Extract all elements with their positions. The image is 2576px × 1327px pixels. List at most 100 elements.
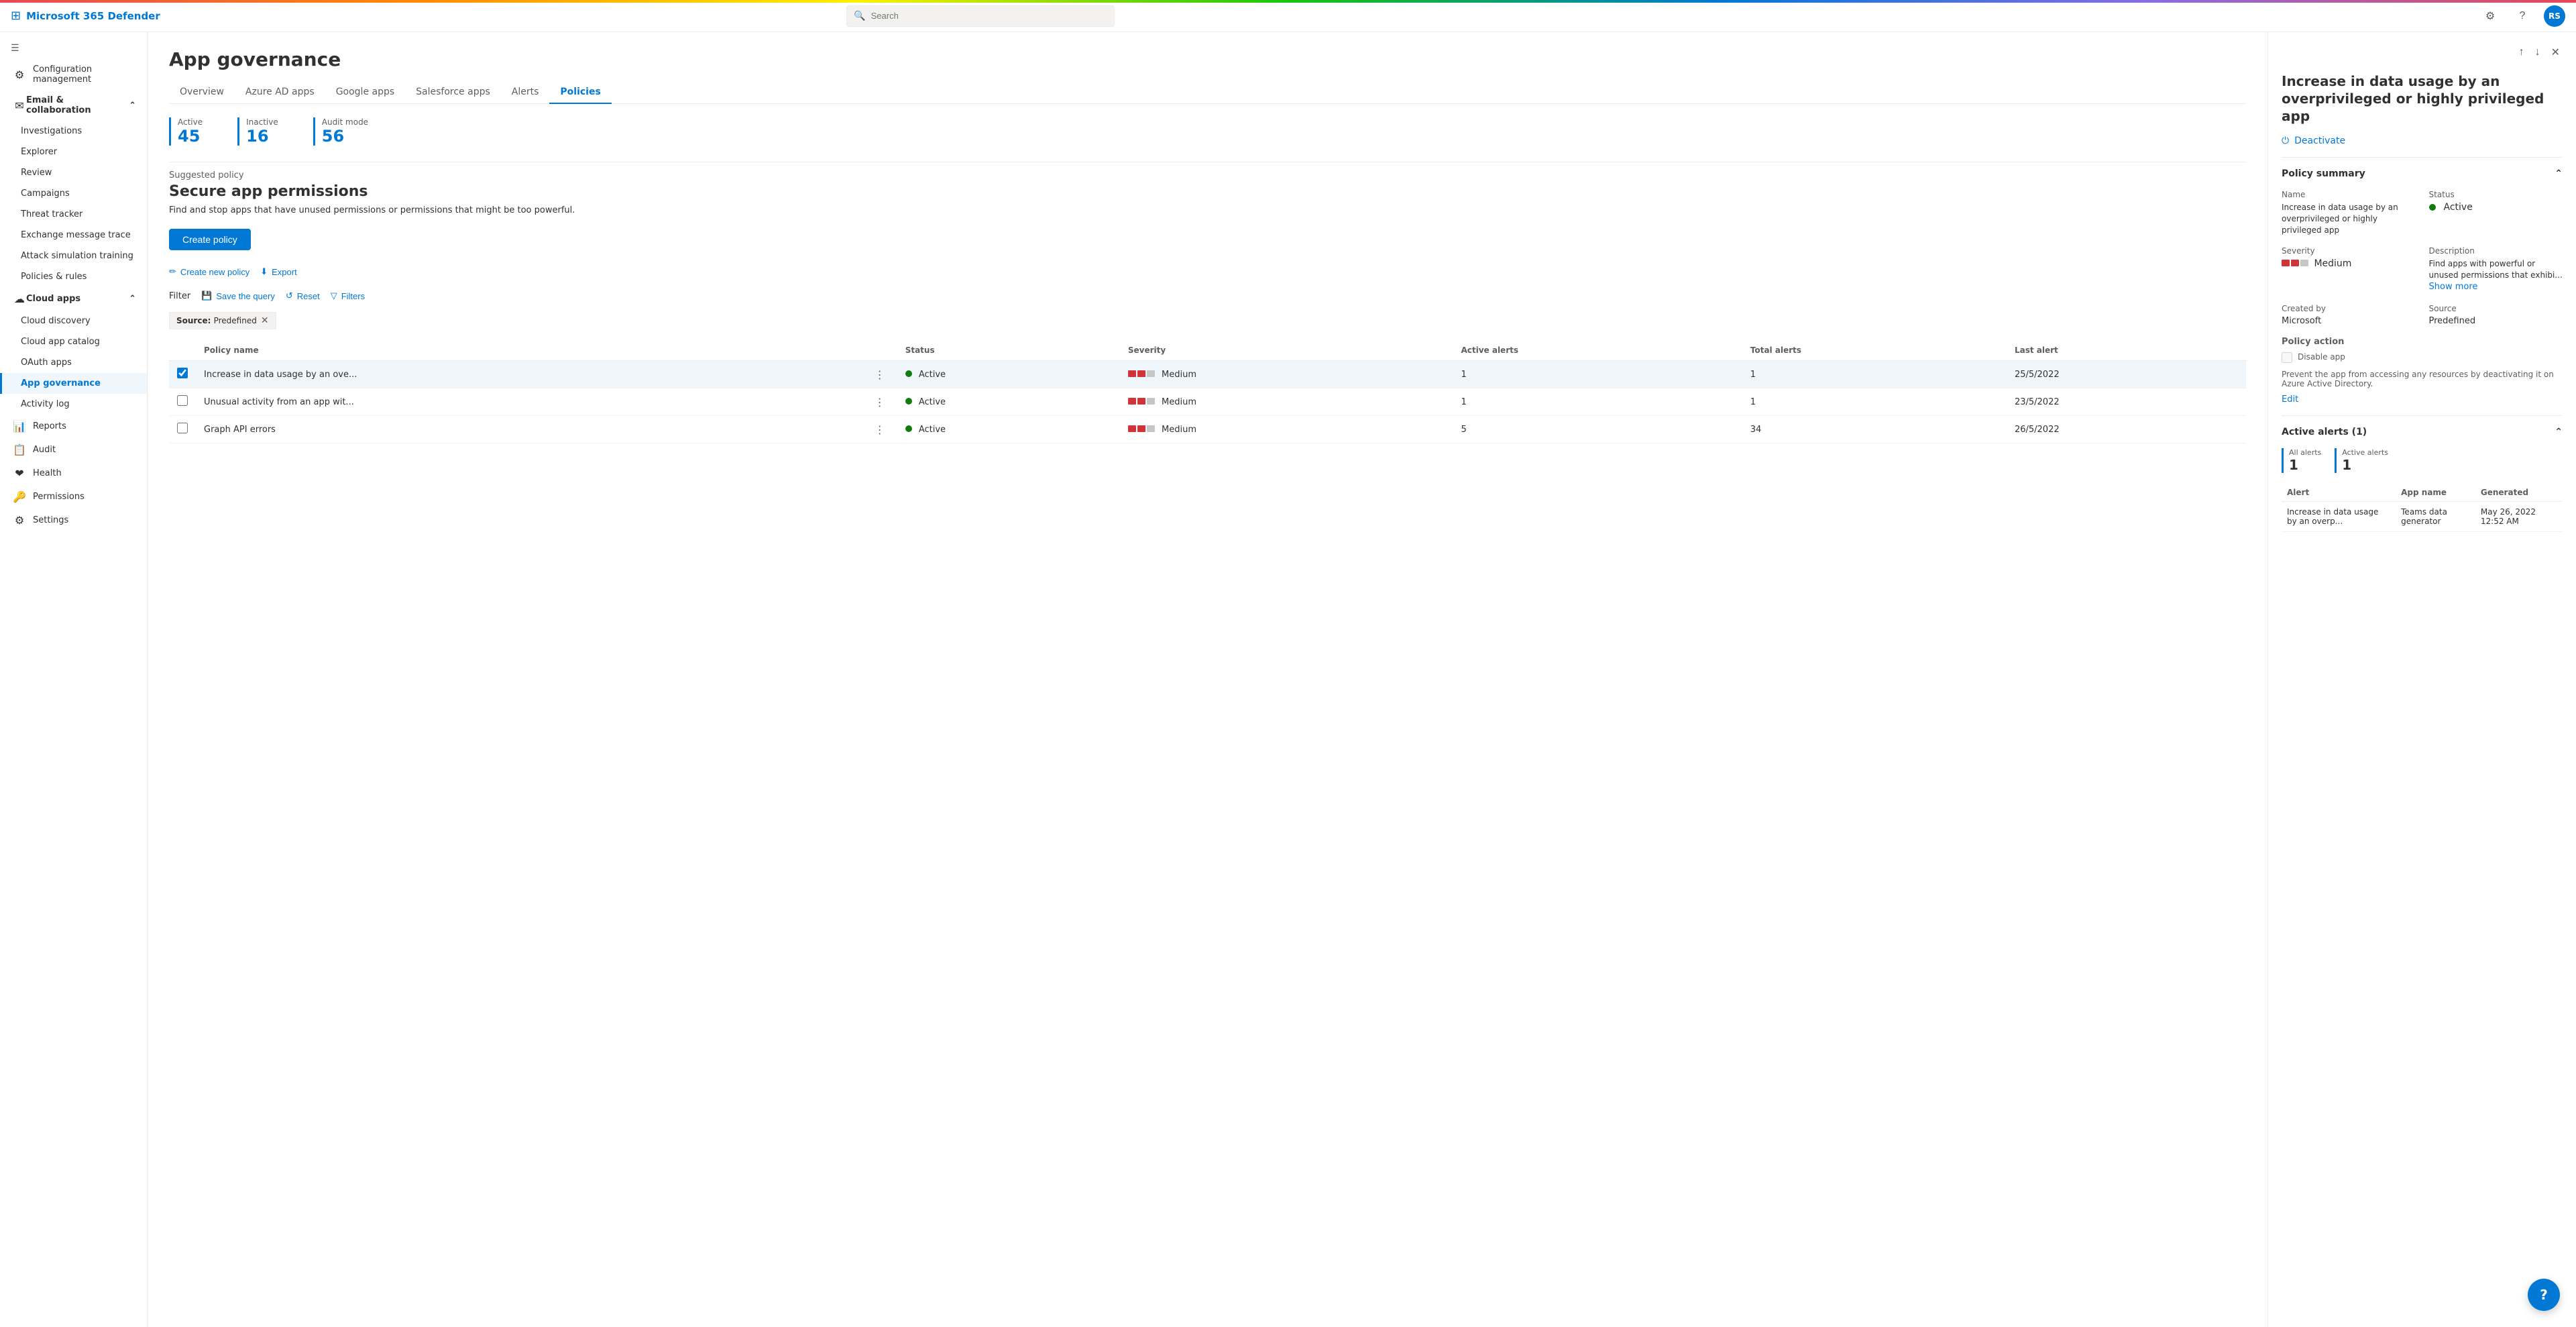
help-icon-button[interactable]: ?	[2512, 5, 2533, 27]
table-row[interactable]: Increase in data usage by an ove... ⋮ Ac…	[169, 361, 2246, 388]
sidebar-item-reports[interactable]: 📊 Reports	[0, 415, 147, 438]
sidebar-item-attack-simulation-training[interactable]: Attack simulation training	[0, 246, 147, 266]
row-name-cell: Increase in data usage by an ove...	[196, 361, 862, 388]
row-checkbox[interactable]	[177, 368, 188, 378]
sidebar-item-health[interactable]: ❤ Health	[0, 462, 147, 485]
sidebar-item-activity-log[interactable]: Activity log	[0, 394, 147, 415]
row-checkbox[interactable]	[177, 395, 188, 406]
export-button[interactable]: ⬇ Export	[260, 264, 296, 280]
status-dot-active	[905, 425, 912, 432]
sidebar-item-oauth-apps[interactable]: OAuth apps	[0, 352, 147, 373]
row-severity-cell: Medium	[1120, 416, 1453, 443]
severity-bars	[1128, 398, 1155, 405]
col-last-alert[interactable]: Last alert	[2007, 340, 2246, 361]
alert-name-cell: Increase in data usage by an overp...	[2282, 502, 2396, 532]
create-policy-button[interactable]: Create policy	[169, 229, 251, 250]
sidebar-item-explorer[interactable]: Explorer	[0, 142, 147, 162]
grid-icon: ⊞	[11, 9, 21, 23]
tab-policies[interactable]: Policies	[549, 81, 611, 104]
status-dot-active	[905, 370, 912, 377]
sidebar-item-audit[interactable]: 📋 Audit	[0, 438, 147, 462]
row-last-alert-cell: 23/5/2022	[2007, 388, 2246, 416]
tab-azure-ad-apps[interactable]: Azure AD apps	[235, 81, 325, 104]
sev-bar-2	[1137, 425, 1145, 432]
sidebar-item-policies-rules[interactable]: Policies & rules	[0, 266, 147, 287]
sidebar-item-investigations[interactable]: Investigations	[0, 121, 147, 142]
stat-inactive-value: 16	[246, 127, 278, 146]
suggested-title: Secure app permissions	[169, 183, 2246, 200]
alerts-header-row: Alert App name Generated	[2282, 484, 2563, 502]
all-alerts-stat: All alerts 1	[2282, 448, 2321, 473]
filters-button[interactable]: ▽ Filters	[331, 288, 365, 304]
sidebar-item-cloud-app-catalog[interactable]: Cloud app catalog	[0, 331, 147, 352]
panel-divider-2	[2282, 415, 2563, 416]
disable-app-checkbox[interactable]	[2282, 352, 2292, 363]
severity-value: Medium	[2282, 258, 2416, 269]
panel-title: Increase in data usage by an overprivile…	[2282, 72, 2563, 125]
topbar: ⊞ Microsoft 365 Defender 🔍 ⚙ ? RS	[0, 0, 2576, 32]
col-policy-name[interactable]: Policy name	[196, 340, 862, 361]
alert-app-name-cell: Teams data generator	[2396, 502, 2475, 532]
settings-icon-button[interactable]: ⚙	[2479, 5, 2501, 27]
col-status[interactable]: Status	[897, 340, 1120, 361]
tab-google-apps[interactable]: Google apps	[325, 81, 405, 104]
sidebar-item-app-governance[interactable]: App governance	[0, 373, 147, 394]
row-context-menu[interactable]: ⋮	[871, 396, 889, 409]
sidebar-item-review[interactable]: Review	[0, 162, 147, 183]
deactivate-button[interactable]: ⏻ Deactivate	[2282, 136, 2563, 146]
sidebar-item-exchange-message-trace[interactable]: Exchange message trace	[0, 225, 147, 246]
health-icon: ❤	[13, 467, 26, 480]
tab-overview[interactable]: Overview	[169, 81, 235, 104]
sidebar-item-threat-tracker[interactable]: Threat tracker	[0, 204, 147, 225]
sev-bar-2	[2291, 260, 2299, 266]
permissions-icon: 🔑	[13, 490, 26, 503]
search-box[interactable]: 🔍	[846, 5, 1115, 27]
sev-bar-3	[1147, 370, 1155, 377]
hamburger-button[interactable]: ☰	[0, 38, 147, 59]
sev-bar-2	[1137, 370, 1145, 377]
sidebar-item-cloud-apps[interactable]: ☁ Cloud apps ⌃	[0, 287, 147, 311]
avatar[interactable]: RS	[2544, 5, 2565, 27]
create-new-policy-button[interactable]: ✏ Create new policy	[169, 264, 249, 280]
panel-down-button[interactable]: ↓	[2532, 43, 2543, 62]
show-more-link[interactable]: Show more	[2429, 282, 2478, 292]
col-active-alerts[interactable]: Active alerts	[1453, 340, 1742, 361]
tab-alerts[interactable]: Alerts	[501, 81, 550, 104]
chevron-up-icon-2: ⌃	[129, 294, 136, 304]
row-last-alert-cell: 25/5/2022	[2007, 361, 2246, 388]
alert-row[interactable]: Increase in data usage by an overp... Te…	[2282, 502, 2563, 532]
panel-up-button[interactable]: ↑	[2516, 43, 2527, 62]
filter-tag-remove[interactable]: ✕	[261, 315, 269, 326]
col-checkbox	[169, 340, 196, 361]
help-button[interactable]: ?	[2528, 1279, 2560, 1311]
sidebar-item-cloud-discovery[interactable]: Cloud discovery	[0, 311, 147, 331]
filter-icon: ▽	[331, 290, 337, 301]
col-total-alerts[interactable]: Total alerts	[1742, 340, 2007, 361]
chevron-up-icon-panel: ⌃	[2555, 168, 2563, 179]
tab-salesforce-apps[interactable]: Salesforce apps	[405, 81, 501, 104]
hamburger-icon: ☰	[11, 43, 19, 54]
row-menu-cell: ⋮	[862, 361, 897, 388]
export-icon: ⬇	[260, 266, 268, 277]
sidebar-item-permissions[interactable]: 🔑 Permissions	[0, 485, 147, 509]
edit-link[interactable]: Edit	[2282, 394, 2298, 405]
row-context-menu[interactable]: ⋮	[871, 368, 889, 381]
policy-summary-header[interactable]: Policy summary ⌃	[2282, 168, 2563, 179]
search-input[interactable]	[871, 11, 1108, 21]
reset-button[interactable]: ↺ Reset	[286, 288, 320, 304]
row-total-alerts-cell: 1	[1742, 388, 2007, 416]
sidebar-item-campaigns[interactable]: Campaigns	[0, 183, 147, 204]
panel-name-field: Name Increase in data usage by an overpr…	[2282, 190, 2416, 235]
col-severity[interactable]: Severity	[1120, 340, 1453, 361]
sidebar-item-email-collaboration[interactable]: ✉ Email & collaboration ⌃	[0, 90, 147, 121]
sidebar-item-configuration-management[interactable]: ⚙ Configuration management	[0, 59, 147, 90]
table-row[interactable]: Graph API errors ⋮ Active Medium	[169, 416, 2246, 443]
active-alerts-header[interactable]: Active alerts (1) ⌃	[2282, 427, 2563, 437]
row-checkbox[interactable]	[177, 423, 188, 433]
panel-close-button[interactable]: ✕	[2549, 43, 2563, 62]
settings-nav-icon: ⚙	[13, 514, 26, 527]
table-row[interactable]: Unusual activity from an app wit... ⋮ Ac…	[169, 388, 2246, 416]
row-context-menu[interactable]: ⋮	[871, 423, 889, 436]
sidebar-item-settings[interactable]: ⚙ Settings	[0, 509, 147, 532]
save-query-button[interactable]: 💾 Save the query	[201, 288, 275, 304]
